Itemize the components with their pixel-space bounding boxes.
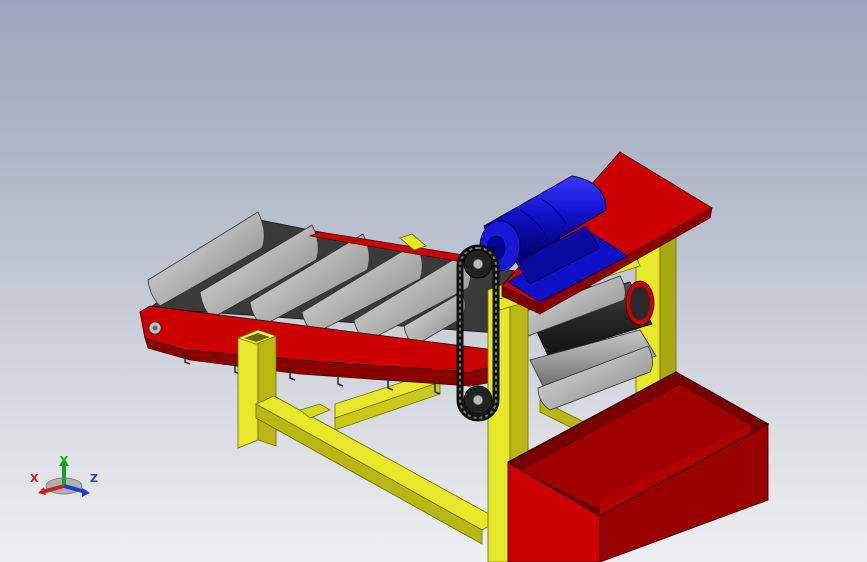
triad-y-label: Y — [59, 454, 69, 467]
triad-x-label: X — [30, 472, 39, 485]
conveyor-3d-model[interactable] — [0, 0, 867, 562]
orientation-triad[interactable]: X Y Z — [28, 452, 108, 508]
triad-z-arrow — [82, 488, 90, 497]
triad-x-arrow — [38, 487, 46, 495]
cad-viewport[interactable]: X Y Z — [0, 0, 867, 562]
triad-z-label: Z — [90, 472, 98, 485]
